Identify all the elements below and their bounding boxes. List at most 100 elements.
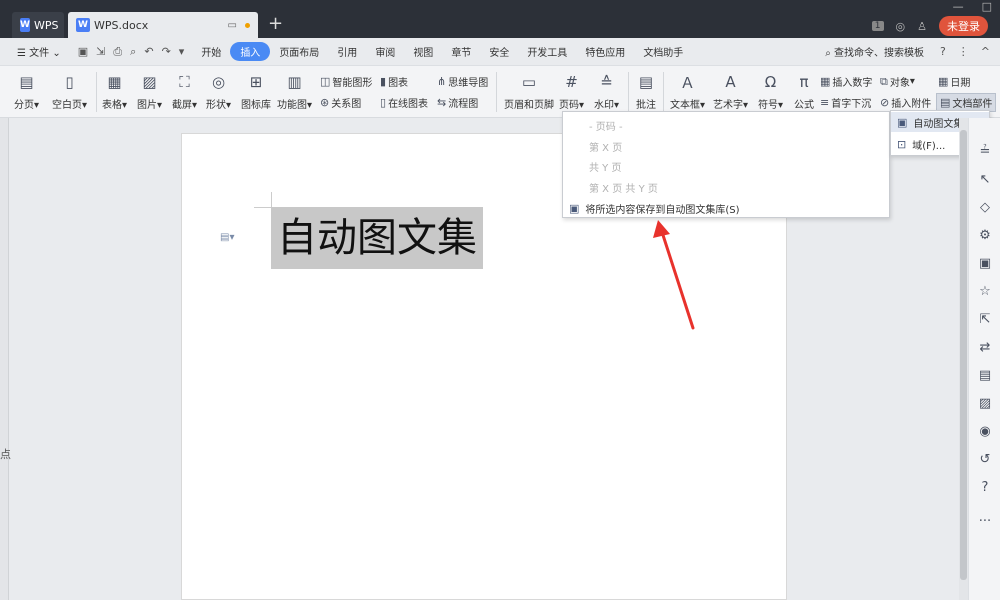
maximize-icon[interactable]: □ <box>982 0 992 13</box>
flow-chart-label: 流程图 <box>448 99 479 110</box>
collapse-ribbon-icon[interactable]: ^ <box>981 45 990 58</box>
date-button[interactable]: ▦ 日期 <box>938 74 970 89</box>
menu-insert[interactable]: 插入 <box>230 42 271 61</box>
comment-button[interactable]: ▤ 批注 <box>635 72 657 111</box>
scrollbar-thumb[interactable] <box>960 130 967 580</box>
shape-pane-icon[interactable]: ◇ <box>969 200 1000 215</box>
menu-review[interactable]: 审阅 <box>366 44 404 59</box>
relation-chart-button[interactable]: ⊛ 关系图 <box>320 95 361 110</box>
skin-icon[interactable]: ◎ <box>896 20 906 33</box>
watermark-button[interactable]: ≙ 水印▾ <box>594 72 619 111</box>
blank-page-button[interactable]: ▯ 空白页▾ <box>52 72 87 111</box>
print-preview-icon[interactable]: ⌕ <box>130 45 136 59</box>
menu-home[interactable]: 开始 <box>192 44 230 59</box>
archive-icon[interactable]: ▤ <box>969 368 1000 383</box>
date-label: 日期 <box>950 78 971 89</box>
print-icon[interactable]: ⎙ <box>113 45 122 59</box>
selected-document-text[interactable]: 自动图文集 <box>271 207 483 269</box>
page-number-button[interactable]: # 页码▾ <box>559 72 584 111</box>
menu-special-apps[interactable]: 特色应用 <box>576 44 634 59</box>
menu-doc-assistant[interactable]: 文档助手 <box>634 44 692 59</box>
file-menu[interactable]: ☰ 文件 ⌄ <box>8 44 70 59</box>
ribbon-divider <box>628 72 629 112</box>
page-number-field-item[interactable]: - 页码 - <box>589 118 623 133</box>
wordart-icon: A <box>725 73 736 91</box>
window-controls: — □ <box>953 0 992 13</box>
menu-chapter[interactable]: 章节 <box>442 44 480 59</box>
cursor-select-icon[interactable]: ↖ <box>969 172 1000 187</box>
undo-icon[interactable]: ↶ <box>144 45 153 59</box>
more-options-icon[interactable]: ··· <box>969 514 1000 529</box>
mind-map-label: 思维导图 <box>448 78 489 89</box>
screenshot-button[interactable]: ⛶ 截屏▾ <box>172 72 197 111</box>
insert-number-label: 插入数字 <box>832 78 873 89</box>
total-y-item[interactable]: 共 Y 页 <box>589 159 621 174</box>
paperclip-icon: ⊘ <box>880 96 890 109</box>
flow-chart-icon: ⇆ <box>437 96 447 109</box>
page-x-item[interactable]: 第 X 页 <box>589 139 622 154</box>
table-button[interactable]: ▦ 表格▾ <box>102 72 127 111</box>
symbol-button[interactable]: Ω 符号▾ <box>758 72 783 111</box>
save-to-autotext-item[interactable]: ▣ 将所选内容保存到自动图文集库(S) <box>569 201 740 216</box>
flow-chart-button[interactable]: ⇆ 流程图 <box>437 95 478 110</box>
smart-shape-button[interactable]: ◫ 智能图形 <box>320 74 372 89</box>
shape-button[interactable]: ◎ 形状▾ <box>206 72 231 111</box>
customize-icon[interactable]: ▾ <box>179 45 185 59</box>
menu-security[interactable]: 安全 <box>480 44 518 59</box>
menu-page-layout[interactable]: 页面布局 <box>270 44 328 59</box>
online-chart-button[interactable]: ▯ 在线图表 <box>380 95 428 110</box>
table-label: 表格 <box>102 100 122 111</box>
star-icon[interactable]: ☆ <box>969 284 1000 299</box>
function-chart-button[interactable]: ▥ 功能图▾ <box>277 72 312 111</box>
adjust-icon[interactable]: ⚙ <box>969 228 1000 243</box>
vertical-scrollbar[interactable] <box>959 118 968 600</box>
picture-button[interactable]: ▨ 图片▾ <box>137 72 162 111</box>
hamburger-icon: ☰ <box>17 48 26 59</box>
style-pane-icon[interactable]: ≟ <box>969 144 1000 159</box>
textbox-button[interactable]: Ａ 文本框▾ <box>670 72 705 112</box>
menu-references[interactable]: 引用 <box>328 44 366 59</box>
insert-number-button[interactable]: ▦ 插入数字 <box>820 74 872 89</box>
paragraph-layout-icon[interactable]: ▤▾ <box>220 232 234 243</box>
login-button[interactable]: 未登录 <box>939 16 988 36</box>
help-circle-icon[interactable]: ? <box>969 480 1000 495</box>
symbol-label: 符号 <box>758 100 778 111</box>
ribbon-divider <box>96 72 97 112</box>
minimize-icon[interactable]: — <box>953 0 964 13</box>
redo-icon[interactable]: ↷ <box>162 45 171 59</box>
image-tool-icon[interactable]: ▣ <box>969 256 1000 271</box>
drop-cap-button[interactable]: ≡ 首字下沉 <box>820 95 871 110</box>
shirt-icon[interactable]: ♙ <box>917 20 927 33</box>
window-count-badge[interactable]: 1 <box>871 21 884 31</box>
export-pdf-icon[interactable]: ⇲ <box>96 45 105 59</box>
blank-page-label: 空白页 <box>52 100 82 111</box>
page-x-total-y-item[interactable]: 第 X 页 共 Y 页 <box>589 180 658 195</box>
new-tab-button[interactable]: + <box>268 13 283 34</box>
share-icon[interactable]: ⇱ <box>969 312 1000 327</box>
translate-icon[interactable]: ⇄ <box>969 340 1000 355</box>
wordart-button[interactable]: A 艺术字▾ <box>713 72 748 111</box>
chart-icon: ▮ <box>380 75 387 88</box>
object-button[interactable]: ⧉ 对象 ▾ <box>880 74 915 90</box>
help-icon[interactable]: ? <box>940 45 946 58</box>
save-icon[interactable]: ▣ <box>78 45 88 59</box>
page-break-button[interactable]: ▤ 分页▾ <box>14 72 39 111</box>
backup-icon[interactable]: ◉ <box>969 424 1000 439</box>
mind-map-button[interactable]: ⋔ 思维导图 <box>437 74 488 89</box>
drop-cap-label: 首字下沉 <box>831 99 872 110</box>
search-command[interactable]: ⌕ 查找命令、搜索模板 <box>825 44 924 59</box>
monitor-icon[interactable]: ▭ <box>228 20 237 31</box>
icon-library-button[interactable]: ⊞ 图标库 <box>241 72 271 111</box>
tab-document[interactable]: W WPS.docx ▭ <box>68 12 258 38</box>
chart-button[interactable]: ▮ 图表 <box>380 74 408 89</box>
mind-map-icon: ⋔ <box>437 75 447 88</box>
formula-button[interactable]: π 公式 <box>793 72 815 111</box>
attachment-button[interactable]: ⊘ 插入附件 <box>880 95 931 110</box>
picture-pane-icon[interactable]: ▨ <box>969 396 1000 411</box>
history-icon[interactable]: ↺ <box>969 452 1000 467</box>
more-icon[interactable]: ⋮ <box>958 45 969 58</box>
menu-view[interactable]: 视图 <box>404 44 442 59</box>
header-footer-button[interactable]: ▭ 页眉和页脚 <box>504 72 554 111</box>
tab-wps-home[interactable]: W WPS <box>12 12 64 38</box>
menu-developer[interactable]: 开发工具 <box>518 44 576 59</box>
